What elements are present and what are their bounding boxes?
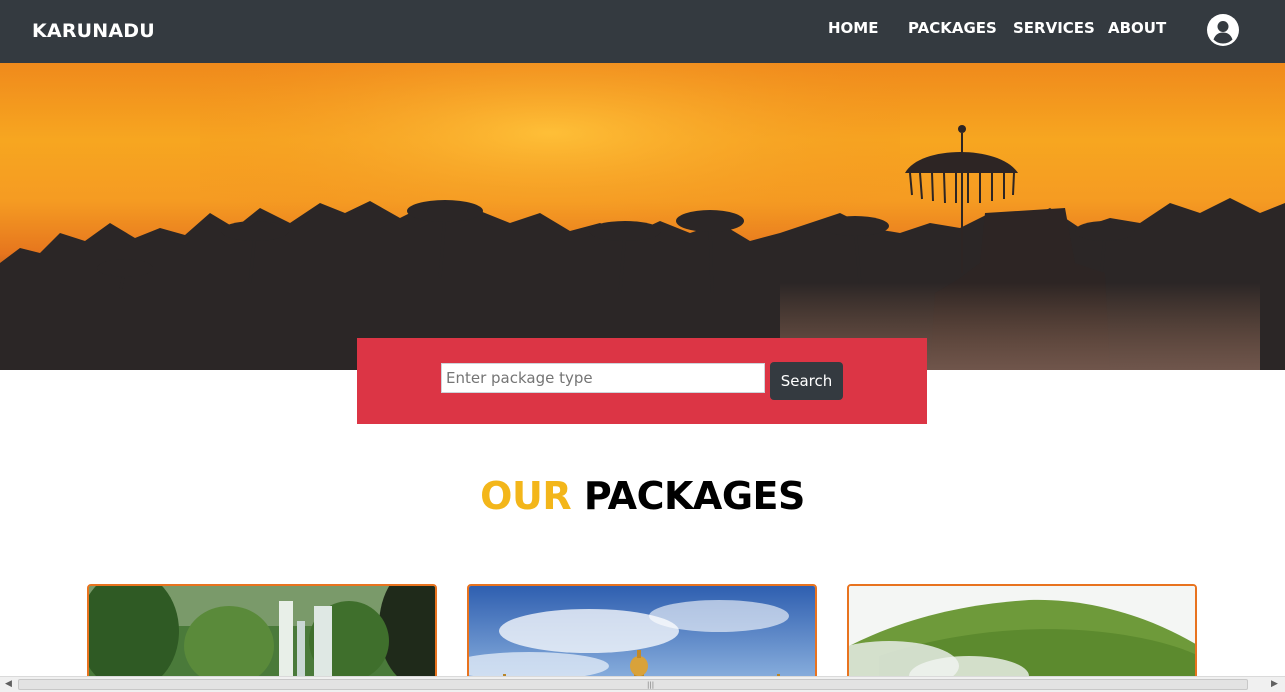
user-circle-icon[interactable] — [1207, 14, 1239, 46]
scroll-right-arrow-icon[interactable]: ▶ — [1271, 679, 1278, 689]
package-card-palace[interactable] — [467, 584, 817, 684]
section-title-main: PACKAGES — [583, 474, 806, 518]
search-button[interactable]: Search — [770, 362, 843, 400]
brand-logo-text[interactable]: KARUNADU — [32, 20, 155, 42]
section-title-accent: OUR — [480, 474, 572, 518]
top-navbar: KARUNADU HOME PACKAGES SERVICES ABOUT — [0, 0, 1285, 63]
package-search-input[interactable] — [441, 363, 765, 393]
hill-image — [849, 586, 1195, 682]
scroll-left-arrow-icon[interactable]: ◀ — [5, 679, 12, 689]
scroll-grip-icon: ||| — [647, 681, 655, 689]
waterfall-image — [89, 586, 435, 682]
hero-banner-image — [0, 63, 1285, 370]
nav-home-link[interactable]: HOME — [828, 19, 878, 37]
nav-services-link[interactable]: SERVICES — [1013, 19, 1095, 37]
nav-about-link[interactable]: ABOUT — [1108, 19, 1166, 37]
section-title: OUR PACKAGES — [0, 474, 1285, 518]
scrollbar-thumb[interactable]: ||| — [18, 679, 1248, 690]
horizontal-scrollbar[interactable]: ◀ ||| ▶ — [0, 676, 1285, 692]
search-panel: Search — [357, 338, 927, 424]
package-card-waterfall[interactable] — [87, 584, 437, 684]
nav-packages-link[interactable]: PACKAGES — [908, 19, 997, 37]
package-card-hill[interactable] — [847, 584, 1197, 684]
palace-image — [469, 586, 815, 682]
